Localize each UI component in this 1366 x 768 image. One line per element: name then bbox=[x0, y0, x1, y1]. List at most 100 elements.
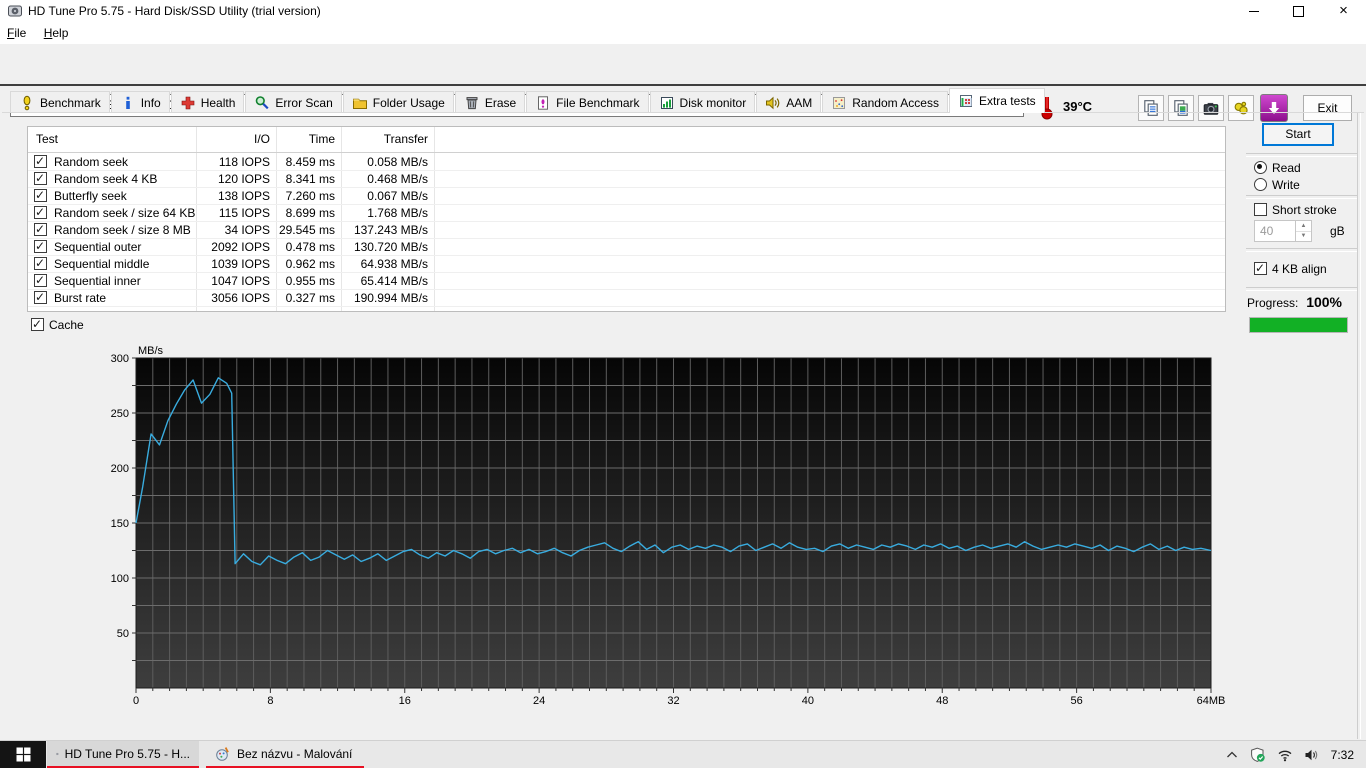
svg-text:250: 250 bbox=[111, 408, 129, 420]
row-checkbox[interactable] bbox=[34, 189, 47, 202]
row-checkbox[interactable] bbox=[34, 291, 47, 304]
table-row[interactable]: Random seek 4 KB120 IOPS8.341 ms0.468 MB… bbox=[28, 171, 1225, 188]
time-value: 8.341 ms bbox=[276, 172, 335, 187]
cache-checkbox[interactable] bbox=[31, 318, 44, 331]
col-time[interactable]: Time bbox=[276, 132, 335, 146]
copy-text-button[interactable] bbox=[1138, 95, 1164, 121]
test-name: Random seek bbox=[54, 155, 128, 170]
menu-bar: File Help bbox=[0, 22, 1366, 44]
menu-file[interactable]: File bbox=[0, 22, 33, 44]
io-value: 1039 IOPS bbox=[196, 257, 270, 272]
kb-align-checkbox[interactable] bbox=[1254, 262, 1267, 275]
test-name: Sequential inner bbox=[54, 274, 141, 289]
start-button[interactable]: Start bbox=[1262, 123, 1334, 146]
io-value: 118 IOPS bbox=[196, 155, 270, 170]
row-checkbox[interactable] bbox=[34, 155, 47, 168]
table-row[interactable]: Butterfly seek138 IOPS7.260 ms0.067 MB/s bbox=[28, 188, 1225, 205]
tab-health[interactable]: Health bbox=[171, 91, 245, 113]
system-tray: 7:32 bbox=[1225, 741, 1366, 768]
test-name: Sequential outer bbox=[54, 240, 141, 255]
col-transfer[interactable]: Transfer bbox=[341, 132, 428, 146]
write-radio-row[interactable]: Write bbox=[1254, 177, 1300, 192]
tab-benchmark[interactable]: Benchmark bbox=[10, 91, 110, 113]
row-checkbox[interactable] bbox=[34, 223, 47, 236]
spinner-down-icon[interactable]: ▼ bbox=[1296, 231, 1311, 241]
hands-button[interactable] bbox=[1228, 95, 1254, 121]
tray-chevron-up-icon[interactable] bbox=[1225, 749, 1239, 761]
table-header: Test I/O Time Transfer bbox=[28, 127, 1225, 153]
test-name: Random seek 4 KB bbox=[54, 172, 157, 187]
transfer-value: 64.938 MB/s bbox=[341, 257, 428, 272]
tab-random-access[interactable]: Random Access bbox=[822, 91, 948, 113]
svg-text:64MB: 64MB bbox=[1197, 695, 1226, 707]
maximize-button[interactable] bbox=[1276, 0, 1321, 22]
wifi-icon[interactable] bbox=[1277, 748, 1293, 762]
svg-text:8: 8 bbox=[267, 695, 273, 707]
table-row[interactable]: Sequential inner1047 IOPS0.955 ms65.414 … bbox=[28, 273, 1225, 290]
table-row[interactable]: Sequential middle1039 IOPS0.962 ms64.938… bbox=[28, 256, 1225, 273]
screenshot-button[interactable] bbox=[1198, 95, 1224, 121]
separator bbox=[1246, 287, 1358, 291]
table-row[interactable]: Burst rate3056 IOPS0.327 ms190.994 MB/s bbox=[28, 290, 1225, 307]
tab-content-border bbox=[2, 112, 1364, 113]
io-value: 115 IOPS bbox=[196, 206, 270, 221]
write-radio[interactable] bbox=[1254, 178, 1267, 191]
table-row[interactable]: Random seek / size 8 MB34 IOPS29.545 ms1… bbox=[28, 222, 1225, 239]
tab-folder-usage[interactable]: Folder Usage bbox=[343, 91, 454, 113]
copy-image-icon bbox=[1172, 99, 1190, 117]
taskbar-hdtune-button[interactable]: HD Tune Pro 5.75 - H... bbox=[47, 741, 199, 768]
io-value: 34 IOPS bbox=[196, 223, 270, 238]
taskbar-clock[interactable]: 7:32 bbox=[1331, 748, 1354, 762]
row-checkbox[interactable] bbox=[34, 206, 47, 219]
test-name: Burst rate bbox=[54, 291, 106, 306]
tab-file-benchmark[interactable]: File Benchmark bbox=[526, 91, 648, 113]
tab-extra-tests[interactable]: Extra tests bbox=[949, 88, 1045, 113]
svg-text:32: 32 bbox=[667, 695, 679, 707]
read-radio-row[interactable]: Read bbox=[1254, 160, 1301, 175]
exit-button[interactable]: Exit bbox=[1303, 95, 1352, 121]
tab-error-scan[interactable]: Error Scan bbox=[245, 91, 341, 113]
short-stroke-row[interactable]: Short stroke bbox=[1254, 202, 1337, 217]
svg-text:16: 16 bbox=[399, 695, 411, 707]
minimize-button[interactable] bbox=[1231, 0, 1276, 22]
start-menu-button[interactable] bbox=[0, 741, 46, 768]
title-bar: HD Tune Pro 5.75 - Hard Disk/SSD Utility… bbox=[0, 0, 1366, 22]
aam-speaker-icon bbox=[765, 95, 781, 111]
close-button[interactable]: × bbox=[1321, 0, 1366, 22]
tab-bar: Benchmark Info Health Error Scan Folder … bbox=[10, 88, 1046, 113]
table-row[interactable]: Random seek / size 64 KB115 IOPS8.699 ms… bbox=[28, 205, 1225, 222]
short-stroke-checkbox[interactable] bbox=[1254, 203, 1267, 216]
row-checkbox[interactable] bbox=[34, 172, 47, 185]
transfer-value: 0.067 MB/s bbox=[341, 189, 428, 204]
read-radio[interactable] bbox=[1254, 161, 1267, 174]
table-row[interactable]: Sequential outer2092 IOPS0.478 ms130.720… bbox=[28, 239, 1225, 256]
svg-text:300: 300 bbox=[111, 353, 129, 365]
tab-disk-monitor[interactable]: Disk monitor bbox=[650, 91, 756, 113]
tab-info[interactable]: Info bbox=[111, 91, 170, 113]
save-results-button[interactable] bbox=[1260, 94, 1288, 122]
paint-icon bbox=[215, 746, 231, 762]
kb-align-row[interactable]: 4 KB align bbox=[1254, 261, 1327, 276]
col-io[interactable]: I/O bbox=[196, 132, 270, 146]
disk-monitor-icon bbox=[659, 95, 675, 111]
speaker-icon[interactable] bbox=[1304, 748, 1320, 762]
table-row[interactable]: Random seek118 IOPS8.459 ms0.058 MB/s bbox=[28, 154, 1225, 171]
row-checkbox[interactable] bbox=[34, 274, 47, 287]
tab-erase[interactable]: Erase bbox=[455, 91, 525, 113]
transfer-value: 1.768 MB/s bbox=[341, 206, 428, 221]
cache-row[interactable]: Cache bbox=[31, 317, 84, 332]
row-checkbox[interactable] bbox=[34, 240, 47, 253]
hd-tune-window: HD Tune Pro 5.75 - Hard Disk/SSD Utility… bbox=[0, 0, 1366, 768]
taskbar-paint-button[interactable]: Bez názvu - Malování bbox=[206, 741, 364, 768]
tab-aam[interactable]: AAM bbox=[756, 91, 821, 113]
svg-text:48: 48 bbox=[936, 695, 948, 707]
row-checkbox[interactable] bbox=[34, 257, 47, 270]
copy-image-button[interactable] bbox=[1168, 95, 1194, 121]
security-shield-icon[interactable] bbox=[1250, 747, 1266, 763]
progress-value: 100% bbox=[1280, 294, 1342, 310]
separator bbox=[1246, 195, 1358, 199]
svg-text:150: 150 bbox=[111, 518, 129, 530]
menu-help[interactable]: Help bbox=[37, 22, 76, 44]
stroke-size-spinner[interactable]: 40 ▲ ▼ bbox=[1254, 220, 1312, 242]
col-test[interactable]: Test bbox=[36, 132, 58, 146]
